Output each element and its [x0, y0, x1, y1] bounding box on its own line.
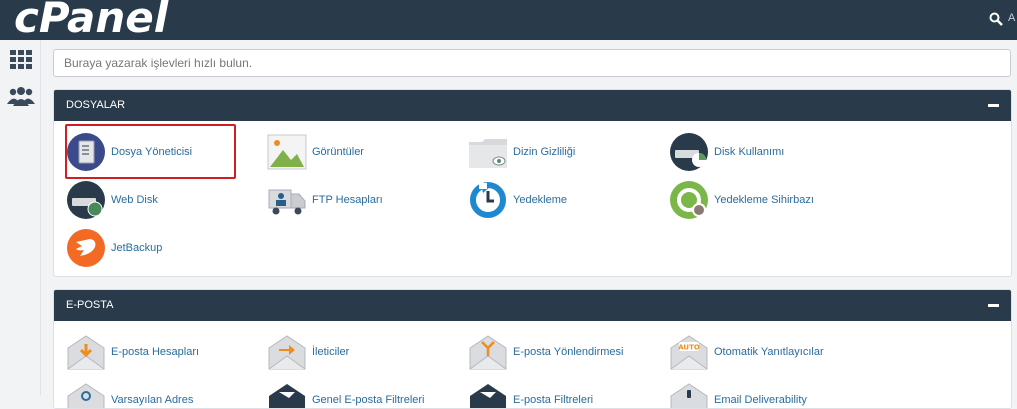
item-label: E-posta Filtreleri — [513, 394, 594, 406]
item-label: Disk Kullanımı — [714, 146, 785, 158]
search-input[interactable] — [53, 49, 1011, 77]
item-label: İleticiler — [312, 346, 350, 358]
collapse-icon[interactable] — [988, 104, 999, 107]
item-label: FTP Hesapları — [312, 194, 383, 206]
sidebar — [0, 40, 41, 395]
ftp-accounts-icon — [268, 189, 306, 215]
jetbackup-icon — [67, 229, 105, 267]
item-autoresponders[interactable]: AUTO Otomatik Yanıtlayıcılar — [669, 332, 824, 372]
item-label: E-posta Hesapları — [111, 346, 200, 358]
email-panel-header[interactable]: E-POSTA — [54, 290, 1011, 321]
collapse-icon[interactable] — [988, 304, 999, 307]
item-file-manager[interactable]: Dosya Yöneticisi — [66, 132, 192, 172]
files-panel-header[interactable]: DOSYALAR — [54, 90, 1011, 121]
item-forwarders[interactable]: İleticiler — [267, 332, 349, 372]
item-label: Görüntüler — [312, 146, 364, 158]
disk-usage-icon — [670, 133, 708, 171]
item-backup[interactable]: Yedekleme — [468, 180, 567, 220]
item-label: Otomatik Yanıtlayıcılar — [714, 346, 824, 358]
top-bar: cPanel A — [0, 0, 1017, 42]
backup-wizard-icon — [670, 181, 708, 219]
item-label: E-posta Yönlendirmesi — [513, 346, 624, 358]
item-label: Email Deliverability — [714, 394, 807, 406]
files-panel: DOSYALAR Dosya Yöneticisi Görüntüler Diz… — [53, 89, 1012, 277]
item-label: Dosya Yöneticisi — [111, 146, 193, 158]
backup-icon — [470, 182, 506, 218]
autoresponders-icon: AUTO — [670, 335, 708, 370]
svg-text:AUTO: AUTO — [678, 344, 700, 352]
item-jetbackup[interactable]: JetBackup — [66, 228, 162, 268]
item-label: Varsayılan Adres — [111, 394, 194, 406]
item-label: Dizin Gizliliği — [513, 146, 576, 158]
item-directory-privacy[interactable]: Dizin Gizliliği — [468, 132, 575, 172]
files-panel-title: DOSYALAR — [66, 99, 126, 111]
item-disk-usage[interactable]: Disk Kullanımı — [669, 132, 784, 172]
email-panel-title: E-POSTA — [66, 299, 114, 311]
file-manager-icon — [67, 133, 105, 171]
forwarders-icon — [268, 335, 306, 370]
user-menu[interactable]: A — [1008, 12, 1015, 24]
item-label: Yedekleme — [513, 194, 568, 206]
item-web-disk[interactable]: Web Disk — [66, 180, 158, 220]
cpanel-logo[interactable]: cPanel — [14, 0, 168, 42]
item-label: Yedekleme Sihirbazı — [714, 194, 814, 206]
search-icon[interactable] — [989, 12, 1003, 26]
item-email-accounts[interactable]: E-posta Hesapları — [66, 332, 199, 372]
directory-privacy-icon — [469, 139, 507, 168]
images-icon — [267, 134, 307, 170]
item-label: JetBackup — [111, 242, 163, 254]
item-backup-wizard[interactable]: Yedekleme Sihirbazı — [669, 180, 814, 220]
item-email-routing[interactable]: E-posta Yönlendirmesi — [468, 332, 623, 372]
item-label: Genel E-posta Filtreleri — [312, 394, 425, 406]
email-accounts-icon — [67, 335, 105, 370]
email-panel: E-POSTA E-posta Hesapları İleticiler E-p… — [53, 289, 1012, 409]
email-routing-icon — [469, 335, 507, 370]
item-ftp-accounts[interactable]: FTP Hesapları — [267, 180, 383, 220]
users-icon[interactable] — [7, 86, 35, 108]
web-disk-icon — [67, 181, 105, 219]
main-content: DOSYALAR Dosya Yöneticisi Görüntüler — [41, 40, 1017, 409]
grid-icon[interactable] — [9, 49, 33, 71]
item-label: Web Disk — [111, 194, 158, 206]
item-images[interactable]: Görüntüler — [267, 132, 364, 172]
